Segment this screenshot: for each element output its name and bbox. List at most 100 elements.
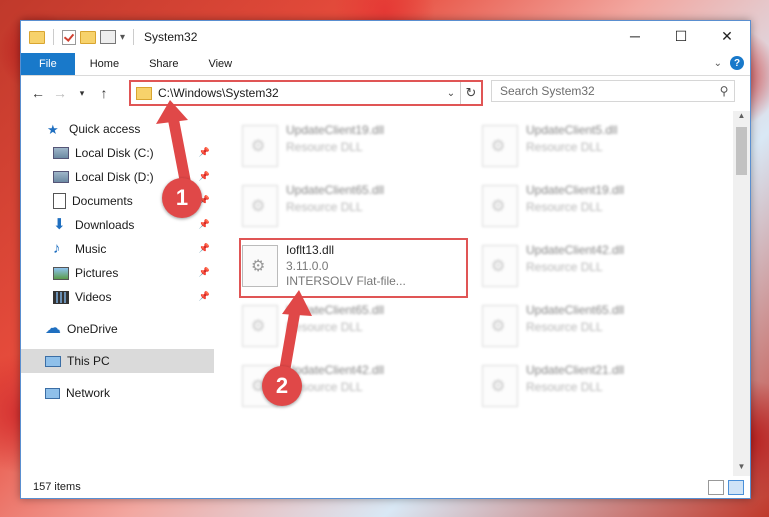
- list-item[interactable]: UpdateClient65.dll Resource DLL: [236, 179, 456, 235]
- close-button[interactable]: ✕: [704, 21, 750, 51]
- sidebar-item-label: Network: [66, 386, 111, 400]
- tab-file[interactable]: File: [21, 53, 75, 75]
- file-name: UpdateClient19.dll: [286, 123, 385, 137]
- sidebar-item-quick-access[interactable]: ★ Quick access: [21, 117, 214, 141]
- properties-check-icon[interactable]: [62, 29, 76, 45]
- sidebar-item-label: Pictures: [75, 266, 119, 280]
- list-item[interactable]: UpdateClient21.dll Resource DLL: [476, 359, 696, 415]
- pin-icon: 📌: [198, 147, 210, 157]
- file-name: UpdateClient65.dll: [286, 183, 385, 197]
- file-type: Resource DLL: [526, 320, 603, 334]
- sidebar-item-label: Documents: [72, 194, 133, 208]
- scroll-thumb[interactable]: [736, 127, 747, 175]
- music-icon: ♪: [53, 240, 61, 257]
- scroll-down-icon[interactable]: ▼: [733, 462, 750, 476]
- this-pc-icon: [45, 355, 61, 367]
- highlight-box: [239, 238, 468, 298]
- tiles-view-icon[interactable]: [728, 480, 744, 495]
- details-view-icon[interactable]: [708, 480, 724, 495]
- sidebar-item-network[interactable]: Network: [21, 381, 214, 405]
- list-item[interactable]: UpdateClient5.dll Resource DLL: [476, 119, 696, 175]
- navigation-pane: ★ Quick access Local Disk (C:) 📌 Local D…: [21, 111, 214, 476]
- refresh-icon[interactable]: ↻: [460, 82, 481, 104]
- minimize-button[interactable]: ─: [612, 21, 658, 51]
- ribbon-tabs: File Home Share View ⌄ ?: [21, 53, 750, 76]
- list-item[interactable]: UpdateClient19.dll Resource DLL: [476, 179, 696, 235]
- dll-file-icon: [482, 245, 518, 287]
- sidebar-item-local-disk-c[interactable]: Local Disk (C:) 📌: [21, 141, 214, 165]
- pin-icon: 📌: [198, 219, 210, 229]
- videos-icon: [53, 290, 69, 304]
- view-buttons: [708, 480, 744, 495]
- toolbar-divider: [53, 29, 54, 45]
- recent-locations-icon[interactable]: ▾: [71, 88, 93, 99]
- sidebar-item-music[interactable]: ♪ Music 📌: [21, 237, 214, 261]
- sidebar-item-label: Downloads: [75, 218, 135, 232]
- pin-icon: 📌: [198, 171, 210, 181]
- title-bar: ▾ System32 ─ ☐ ✕: [21, 21, 750, 53]
- file-name: UpdateClient5.dll: [526, 123, 618, 137]
- step-badge-2: 2: [262, 366, 302, 406]
- sidebar-item-label: Music: [75, 242, 107, 256]
- address-path[interactable]: C:\Windows\System32: [158, 86, 442, 100]
- maximize-button[interactable]: ☐: [658, 21, 704, 51]
- toolbar-divider: [133, 29, 135, 45]
- list-item[interactable]: UpdateClient65.dll Resource DLL: [236, 299, 456, 355]
- network-icon: [45, 387, 60, 399]
- ribbon-right: ⌄ ?: [714, 56, 744, 70]
- file-type: Resource DLL: [286, 200, 363, 214]
- file-name: UpdateClient65.dll: [286, 303, 385, 317]
- pictures-icon: [53, 266, 69, 280]
- expand-ribbon-icon[interactable]: ⌄: [714, 58, 722, 69]
- file-type: Resource DLL: [286, 320, 363, 334]
- dll-file-icon: [242, 125, 278, 167]
- dll-file-icon: [242, 185, 278, 227]
- documents-icon: [53, 193, 66, 209]
- new-folder-icon[interactable]: [80, 30, 96, 44]
- file-name: UpdateClient19.dll: [526, 183, 625, 197]
- folder-icon: [29, 30, 45, 44]
- vertical-scrollbar[interactable]: ▲ ▼: [733, 111, 750, 476]
- dll-file-icon: [482, 185, 518, 227]
- sidebar-item-label: This PC: [67, 354, 110, 368]
- list-item[interactable]: UpdateClient65.dll Resource DLL: [476, 299, 696, 355]
- sidebar-item-pictures[interactable]: Pictures 📌: [21, 261, 214, 285]
- file-name: UpdateClient42.dll: [526, 243, 625, 257]
- dll-file-icon: [482, 365, 518, 407]
- sidebar-item-this-pc[interactable]: This PC: [21, 349, 214, 373]
- window-controls: ─ ☐ ✕: [612, 21, 750, 51]
- step-badge-1: 1: [162, 178, 202, 218]
- file-type: Resource DLL: [526, 140, 603, 154]
- file-type: Resource DLL: [526, 200, 603, 214]
- chevron-down-icon[interactable]: ⌄: [442, 88, 460, 99]
- sidebar-item-label: Videos: [75, 290, 112, 304]
- sidebar-item-onedrive[interactable]: ☁ OneDrive: [21, 317, 214, 341]
- scroll-up-icon[interactable]: ▲: [733, 111, 750, 125]
- file-type: Resource DLL: [526, 380, 603, 394]
- list-item[interactable]: UpdateClient42.dll Resource DLL: [476, 239, 696, 295]
- up-icon[interactable]: ↑: [93, 85, 115, 101]
- list-item[interactable]: UpdateClient19.dll Resource DLL: [236, 119, 456, 175]
- star-icon: ★: [47, 122, 59, 137]
- sidebar-item-label: OneDrive: [67, 322, 118, 336]
- back-icon[interactable]: ←: [27, 85, 49, 101]
- sidebar-item-videos[interactable]: Videos 📌: [21, 285, 214, 309]
- folder-icon: [136, 86, 152, 100]
- pin-icon: 📌: [198, 243, 210, 253]
- help-icon[interactable]: ?: [730, 56, 744, 70]
- search-input[interactable]: Search System32 ⚲: [491, 80, 735, 102]
- downloads-icon: ⬇: [53, 216, 66, 233]
- explorer-window: ▾ System32 ─ ☐ ✕ File Home Share View ⌄ …: [20, 20, 751, 499]
- address-bar[interactable]: C:\Windows\System32 ⌄ ↻: [129, 80, 483, 106]
- chevron-down-icon[interactable]: ▾: [120, 32, 125, 43]
- tab-share[interactable]: Share: [134, 53, 193, 75]
- tab-home[interactable]: Home: [75, 53, 134, 75]
- pin-icon: 📌: [198, 267, 210, 277]
- customize-icon[interactable]: [100, 30, 116, 44]
- tab-view[interactable]: View: [193, 53, 247, 75]
- window-title: System32: [144, 30, 198, 44]
- dll-file-icon: [242, 305, 278, 347]
- forward-icon[interactable]: →: [49, 85, 71, 101]
- search-icon[interactable]: ⚲: [714, 84, 734, 98]
- drive-icon: [53, 147, 69, 159]
